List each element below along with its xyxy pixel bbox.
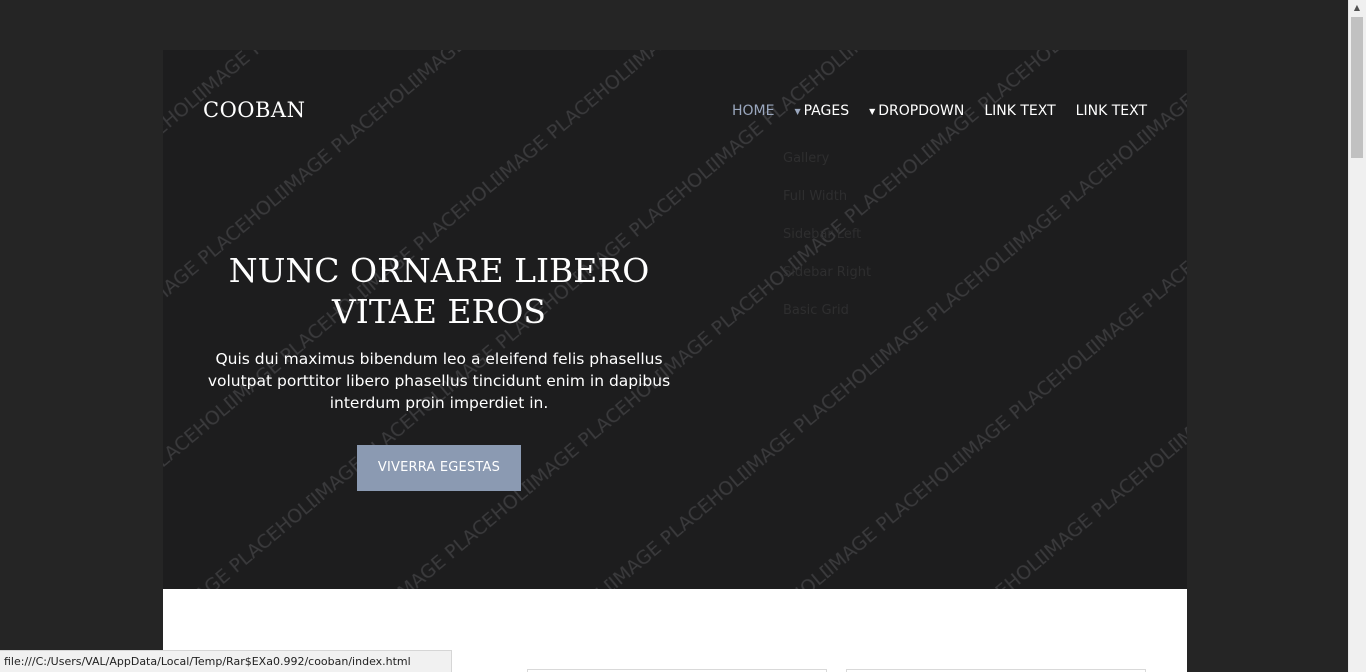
dropdown-item-sidebar-right[interactable]: Sidebar Right xyxy=(783,254,943,292)
hero-text: Quis dui maximus bibendum leo a eleifend… xyxy=(207,350,671,412)
dropdown-item-gallery[interactable]: Gallery xyxy=(783,140,943,178)
hero-title: NUNC ORNARE LIBERO VITAE EROS xyxy=(228,251,650,331)
status-bar-url: file:///C:/Users/VAL/AppData/Local/Temp/… xyxy=(0,650,452,672)
dropdown-item-sidebar-left[interactable]: Sidebar Left xyxy=(783,216,943,254)
caret-down-icon: ▼ xyxy=(869,106,876,116)
hero-section: IMAGE PLACEHOLDER COOBAN HOME ▼ PAGES ▼ … xyxy=(163,50,1187,589)
nav-dropdown-label: DROPDOWN xyxy=(878,103,965,119)
nav-home[interactable]: HOME xyxy=(732,103,774,119)
nav-dropdown[interactable]: ▼ DROPDOWN xyxy=(869,103,964,119)
nav-link-text-1[interactable]: LINK TEXT xyxy=(984,103,1055,119)
caret-down-icon: ▼ xyxy=(794,106,801,116)
nav-link-text-2[interactable]: LINK TEXT xyxy=(1076,103,1147,119)
nav-pages-label: PAGES xyxy=(803,103,850,119)
site-logo[interactable]: COOBAN xyxy=(203,98,305,122)
hero-content: NUNC ORNARE LIBERO VITAE EROS Quis dui m… xyxy=(203,250,675,491)
viverra-egestas-button[interactable]: VIVERRA EGESTAS xyxy=(356,445,522,491)
vertical-scrollbar[interactable]: ▲ xyxy=(1348,0,1366,672)
pages-dropdown-menu: Gallery Full Width Sidebar Left Sidebar … xyxy=(783,140,943,330)
scrollbar-thumb[interactable] xyxy=(1351,17,1363,158)
main-nav: HOME ▼ PAGES ▼ DROPDOWN LINK TEXT LINK T… xyxy=(732,103,1147,119)
scroll-up-arrow-icon[interactable]: ▲ xyxy=(1349,0,1365,16)
dropdown-item-full-width[interactable]: Full Width xyxy=(783,178,943,216)
dropdown-item-basic-grid[interactable]: Basic Grid xyxy=(783,292,943,330)
page-container: IMAGE PLACEHOLDER COOBAN HOME ▼ PAGES ▼ … xyxy=(163,50,1187,672)
nav-pages[interactable]: ▼ PAGES xyxy=(794,103,849,119)
